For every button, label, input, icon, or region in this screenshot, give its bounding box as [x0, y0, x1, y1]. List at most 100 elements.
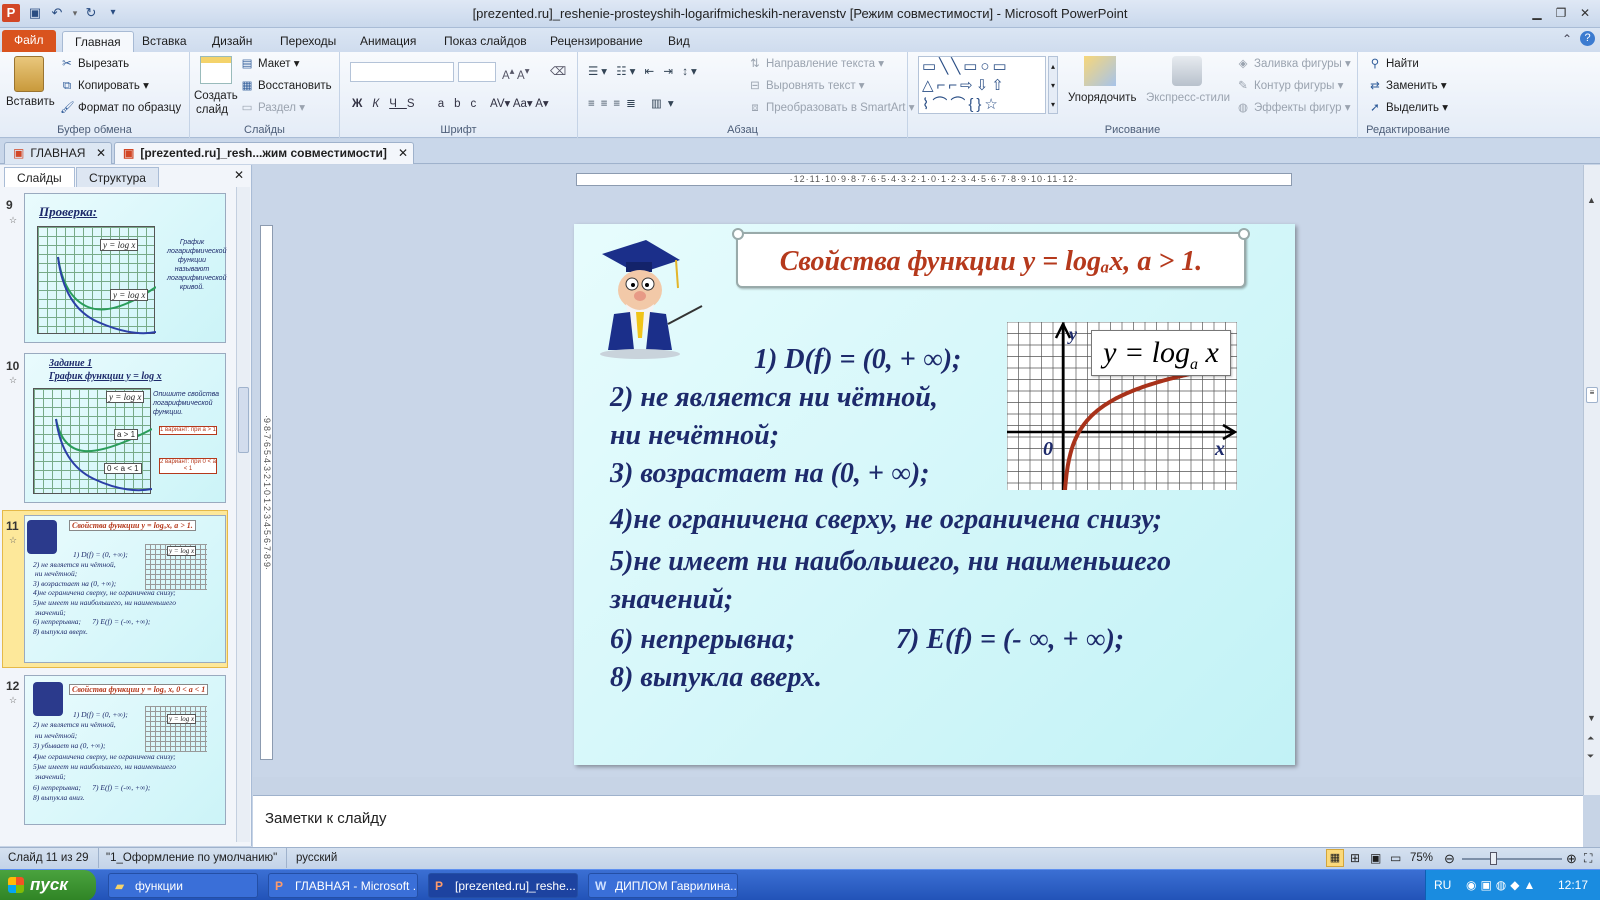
zoom-slider[interactable] [1462, 858, 1562, 860]
prev-slide-icon[interactable]: ⏶ [1587, 733, 1594, 744]
section-button[interactable]: ▭ Раздел ▾ [240, 98, 305, 118]
scroll-down-icon[interactable]: ▼ [1587, 713, 1596, 723]
tab-animation[interactable]: Анимация [348, 31, 428, 52]
next-slide-icon[interactable]: ⏷ [1587, 751, 1594, 762]
thumb-line: 2) не является ни чётной, [33, 720, 116, 730]
font-style-buttons[interactable]: ЖКЧS abc [352, 94, 486, 114]
pane-scroll-thumb[interactable] [238, 387, 249, 453]
start-button[interactable]: пуск [0, 870, 96, 900]
tab-home[interactable]: Главная [62, 31, 134, 52]
shapes-scroll[interactable]: ▴ ▾ ▾ [1048, 56, 1058, 114]
task-ppt-1[interactable]: P ГЛАВНАЯ - Microsoft ... [268, 873, 418, 898]
thumb-title: Задание 1 [49, 358, 93, 369]
collapse-ribbon-icon[interactable]: ⌃ [1562, 32, 1572, 46]
fit-window-icon[interactable]: ⛶ [1584, 848, 1592, 869]
notes-placeholder[interactable]: Заметки к слайду [265, 810, 387, 827]
doc-tab-main[interactable]: ▣ ГЛАВНАЯ ✕ [4, 142, 112, 164]
find-button[interactable]: ⚲ Найти [1368, 54, 1419, 74]
reading-view-icon[interactable]: ▣ [1370, 848, 1381, 869]
slide[interactable]: Свойства функции y = logₐx, a > 1. y = l… [574, 224, 1295, 765]
tab-slideshow[interactable]: Показ слайдов [432, 31, 539, 52]
tab-design[interactable]: Дизайн [200, 31, 264, 52]
keyboard-language[interactable]: RU [1434, 870, 1451, 900]
zoom-slider-thumb[interactable] [1490, 852, 1497, 865]
cut-button[interactable]: ✂ Вырезать [60, 54, 129, 74]
zoom-level[interactable]: 75% [1410, 848, 1433, 869]
tab-outline[interactable]: Структура [76, 167, 159, 187]
replace-button[interactable]: ⇄ Заменить ▾ [1368, 76, 1446, 96]
shape-fill-button[interactable]: ◈ Заливка фигуры ▾ [1236, 54, 1351, 74]
font-size-field[interactable] [458, 62, 496, 82]
font-case-buttons[interactable]: AV▾ Aa▾ A▾ [490, 94, 549, 114]
align-text-label: Выровнять текст [766, 80, 856, 92]
zoom-out-icon[interactable]: ⊖ [1444, 848, 1455, 869]
paste-icon[interactable] [14, 56, 44, 92]
title-banner[interactable]: Свойства функции y = logₐx, a > 1. [732, 228, 1250, 288]
select-button[interactable]: ➚ Выделить ▾ [1368, 98, 1448, 118]
list-buttons[interactable]: ☰▾ ☷▾ ⇤ ⇥ ↕▾ [588, 62, 700, 82]
grow-font-icon[interactable]: A▴ A▾ [502, 62, 530, 82]
close-tab-icon[interactable]: ✕ [398, 143, 408, 164]
align-text-button[interactable]: ⊟ Выровнять текст ▾ [748, 76, 864, 96]
doc-tab-main-label: ГЛАВНАЯ [30, 146, 86, 160]
shape-effects-button[interactable]: ◍ Эффекты фигур ▾ [1236, 98, 1351, 118]
log-graph[interactable]: y = loga x y x 0 [1006, 321, 1238, 511]
font-family-field[interactable] [350, 62, 454, 82]
new-slide-button-line2[interactable]: слайд [196, 102, 228, 118]
copy-button[interactable]: ⧉ Копировать ▾ [60, 76, 149, 96]
reset-button[interactable]: ▦ Восстановить [240, 76, 332, 96]
format-painter-button[interactable]: 🖌 Формат по образцу [60, 98, 181, 118]
scroll-thumb[interactable]: ≡ [1586, 387, 1598, 403]
task-folder[interactable]: ▰ функции [108, 873, 258, 898]
help-icon[interactable]: ? [1580, 31, 1595, 46]
binoculars-icon: ⚲ [1370, 58, 1380, 70]
task-word[interactable]: W ДИПЛОМ Гаврилина... [588, 873, 738, 898]
align-buttons[interactable]: ≡≡≡≣ ▥▾ [588, 94, 680, 114]
normal-view-icon[interactable]: ▦ [1326, 849, 1344, 867]
doc-tab-current[interactable]: ▣ [prezented.ru]_resh...жим совместимости… [114, 142, 414, 164]
canvas-scrollbar[interactable]: ▲ ≡ ▼ ⏶ ⏷ [1583, 165, 1600, 795]
tray-icons[interactable]: ◉▣◍◆▲ [1466, 870, 1539, 900]
horizontal-ruler[interactable]: ·12·11·10·9·8·7·6·5·4·3·2·1·0·1·2·3·4·5·… [576, 173, 1292, 186]
theme-name[interactable]: "1_Оформление по умолчанию" [106, 848, 277, 869]
shapes-gallery[interactable]: ▭╲╲▭○▭ △⌐⌐⇨⇩⇧ ⌇⌒⌒{}☆ [918, 56, 1046, 114]
tab-slides[interactable]: Слайды [4, 167, 75, 187]
property-6: 6) непрерывна; [610, 624, 796, 655]
task-ppt-2[interactable]: P [prezented.ru]_reshe... [428, 873, 578, 898]
slide-thumbnail-10[interactable]: Задание 1 График функции y = log x y = l… [24, 353, 226, 503]
arrange-button[interactable]: Упорядочить [1068, 88, 1136, 108]
language[interactable]: русский [296, 848, 337, 869]
sorter-view-icon[interactable]: ⊞ [1350, 848, 1360, 869]
clock[interactable]: 12:17 [1558, 870, 1588, 900]
slide-thumbnail-12[interactable]: Свойства функции y = logₐ x, 0 < a < 1 y… [24, 675, 226, 825]
tab-file[interactable]: Файл [2, 30, 56, 52]
new-slide-icon[interactable] [200, 56, 232, 84]
close-tab-icon[interactable]: ✕ [96, 143, 106, 164]
minimize-button[interactable]: ▁ [1526, 5, 1548, 21]
slide-thumbnail-11[interactable]: Свойства функции y = logₐx, a > 1. y = l… [24, 515, 226, 663]
tab-review[interactable]: Рецензирование [538, 31, 655, 52]
clear-format-icon[interactable]: ⌫ [550, 62, 566, 82]
close-pane-icon[interactable]: ✕ [234, 168, 244, 182]
text-direction-button[interactable]: ⇅ Направление текста ▾ [748, 54, 884, 74]
quick-styles-button[interactable]: Экспресс-стили [1146, 88, 1230, 108]
notes-pane[interactable]: Заметки к слайду [253, 795, 1583, 847]
zoom-in-icon[interactable]: ⊕ [1566, 848, 1577, 869]
tab-transitions[interactable]: Переходы [268, 31, 348, 52]
paste-button[interactable]: Вставить [6, 92, 55, 112]
slideshow-view-icon[interactable]: ▭ [1390, 848, 1401, 869]
tab-view[interactable]: Вид [656, 31, 702, 52]
pane-scrollbar[interactable] [236, 187, 250, 842]
tab-insert[interactable]: Вставка [130, 31, 199, 52]
status-bar: Слайд 11 из 29 "1_Оформление по умолчани… [0, 847, 1600, 869]
layout-button[interactable]: ▤ Макет ▾ [240, 54, 300, 74]
shape-outline-button[interactable]: ✎ Контур фигуры ▾ [1236, 76, 1343, 96]
arrange-icon[interactable] [1084, 56, 1116, 86]
scroll-up-icon[interactable]: ▲ [1587, 195, 1596, 205]
quick-styles-icon[interactable] [1172, 56, 1202, 86]
smartart-button[interactable]: ⧈ Преобразовать в SmartArt ▾ [748, 98, 914, 118]
close-button[interactable]: ✕ [1574, 5, 1596, 21]
restore-button[interactable]: ❐ [1550, 5, 1572, 21]
vertical-ruler[interactable]: ·9·8·7·6·5·4·3·2·1·0·1·2·3·4·5·6·7·8·9· [260, 225, 273, 760]
slide-thumbnail-9[interactable]: Проверка: y = log x y = log x График лог… [24, 193, 226, 343]
